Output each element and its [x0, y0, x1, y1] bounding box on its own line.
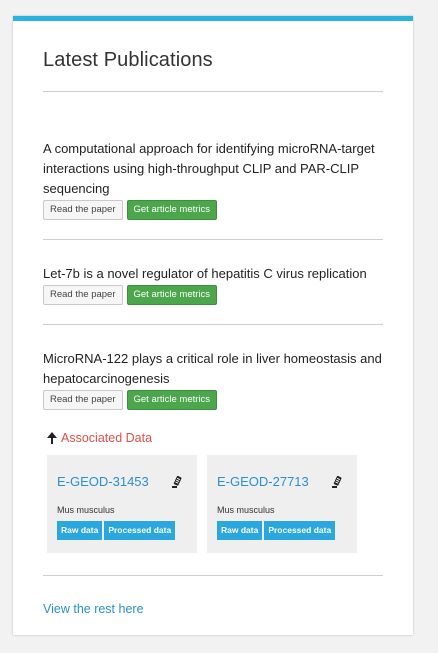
- article-metrics-button[interactable]: Get article metrics: [126, 200, 218, 220]
- read-paper-button[interactable]: Read the paper: [43, 200, 123, 220]
- article-metrics-button[interactable]: Get article metrics: [126, 390, 218, 410]
- raw-data-button[interactable]: Raw data: [57, 521, 103, 540]
- divider: [43, 91, 383, 92]
- arrow-up-icon: [47, 432, 57, 444]
- publications-panel: Latest Publications A computational appr…: [13, 16, 413, 635]
- dataset-accession-link[interactable]: E-GEOD-27713: [217, 474, 309, 489]
- dataset-species: Mus musculus: [217, 505, 275, 515]
- read-paper-button[interactable]: Read the paper: [43, 285, 123, 305]
- publication-actions: Read the paper Get article metrics: [43, 390, 383, 410]
- publication-item: A computational approach for identifying…: [43, 139, 383, 220]
- publication-title: MicroRNA-122 plays a critical role in li…: [43, 351, 382, 386]
- processed-data-button[interactable]: Processed data: [104, 521, 176, 540]
- dataset-actions: Raw data Processed data: [57, 521, 176, 540]
- dataset-species: Mus musculus: [57, 505, 115, 515]
- publication-title: Let-7b is a novel regulator of hepatitis…: [43, 266, 367, 281]
- publication-item: Let-7b is a novel regulator of hepatitis…: [43, 264, 383, 305]
- dataset-card: E-GEOD-27713 Mus musculus Raw data Proce…: [207, 455, 357, 553]
- dataset-actions: Raw data Processed data: [217, 521, 336, 540]
- article-metrics-button[interactable]: Get article metrics: [126, 285, 218, 305]
- publication-actions: Read the paper Get article metrics: [43, 285, 383, 305]
- associated-data-toggle[interactable]: Associated Data: [47, 431, 152, 445]
- dna-sequencer-icon: [332, 476, 342, 488]
- divider: [43, 324, 383, 325]
- panel-title: Latest Publications: [43, 49, 213, 71]
- associated-data-label: Associated Data: [61, 431, 153, 445]
- dna-sequencer-icon: [172, 476, 182, 488]
- publication-item: MicroRNA-122 plays a critical role in li…: [43, 349, 383, 410]
- dataset-accession-link[interactable]: E-GEOD-31453: [57, 474, 149, 489]
- read-paper-button[interactable]: Read the paper: [43, 390, 123, 410]
- publication-actions: Read the paper Get article metrics: [43, 200, 383, 220]
- divider: [43, 575, 383, 576]
- divider: [43, 239, 383, 240]
- publication-title: A computational approach for identifying…: [43, 141, 375, 196]
- dataset-card: E-GEOD-31453 Mus musculus Raw data Proce…: [47, 455, 197, 553]
- view-rest-link[interactable]: View the rest here: [43, 602, 144, 616]
- raw-data-button[interactable]: Raw data: [217, 521, 263, 540]
- processed-data-button[interactable]: Processed data: [264, 521, 336, 540]
